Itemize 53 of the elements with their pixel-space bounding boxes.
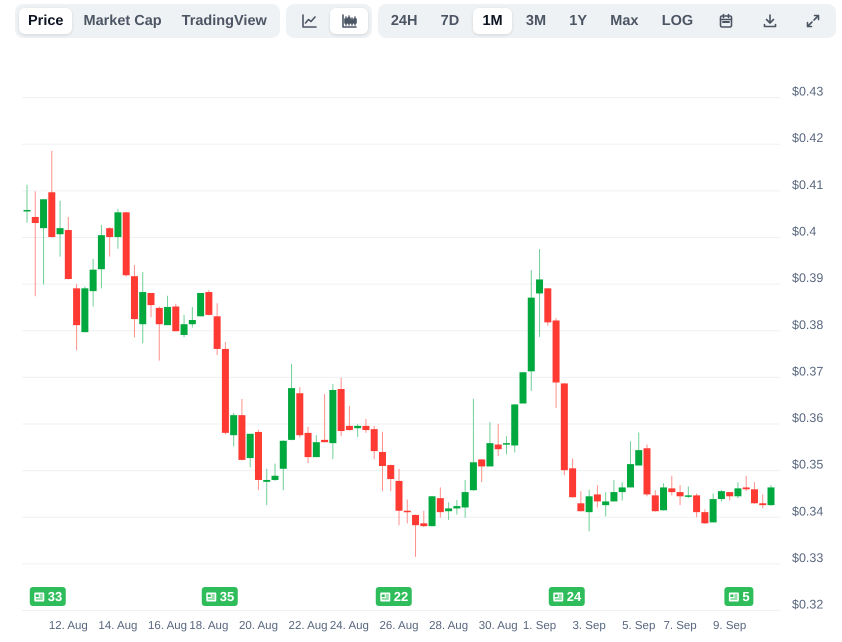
range-tab[interactable]: Max — [601, 8, 648, 34]
y-axis-label: $0.37 — [792, 364, 824, 378]
y-axis-label: $0.33 — [792, 550, 824, 565]
x-axis-label: 22. Aug — [288, 620, 328, 632]
range-tab[interactable]: 1M — [473, 8, 512, 34]
newspaper-icon — [34, 592, 45, 602]
y-axis-label: $0.32 — [792, 598, 824, 612]
view-tab[interactable]: Market Cap — [74, 8, 171, 34]
chart-type-button[interactable] — [330, 8, 368, 34]
line-chart-icon — [300, 13, 317, 29]
download-icon — [762, 13, 778, 29]
annotation: 5 — [742, 589, 750, 604]
y-axis-label: $0.4 — [792, 224, 816, 238]
y-axis-label: $0.42 — [792, 131, 824, 146]
view-tab[interactable]: TradingView — [172, 8, 276, 34]
newspaper-icon — [206, 592, 217, 602]
x-axis-label: 26. Aug — [380, 620, 418, 632]
newspaper-icon — [728, 592, 740, 602]
x-axis-label: 14. Aug — [98, 620, 138, 632]
calendar-icon — [718, 13, 734, 29]
x-axis-label: 28. Aug — [429, 620, 468, 632]
x-axis-label: 5. Sep — [622, 620, 656, 632]
x-axis-label: 1. Sep — [522, 620, 556, 632]
annotation: 35 — [220, 589, 234, 604]
view-tab[interactable]: Price — [19, 8, 72, 34]
x-axis-label: 7. Sep — [663, 620, 697, 632]
x-axis-label: 24. Aug — [330, 620, 369, 632]
x-axis-label: 3. Sep — [572, 620, 606, 632]
range-tab[interactable]: LOG — [652, 8, 702, 34]
annotation: 33 — [48, 589, 62, 604]
y-axis-label: $0.38 — [792, 318, 824, 332]
range-tab[interactable]: 1Y — [560, 8, 596, 34]
x-axis-label: 16. Aug — [148, 620, 188, 632]
x-axis-label: 18. Aug — [189, 620, 228, 632]
y-axis-label: $0.41 — [792, 178, 824, 192]
y-axis-label: $0.34 — [792, 504, 824, 518]
y-axis-label: $0.36 — [792, 411, 824, 425]
annotation: 24 — [566, 589, 582, 604]
newspaper-icon — [380, 592, 391, 602]
y-axis-label: $0.39 — [792, 271, 824, 286]
expand-icon — [804, 13, 821, 29]
y-axis-label: $0.35 — [792, 458, 824, 472]
x-axis-label: 20. Aug — [238, 620, 278, 632]
candlestick-icon — [340, 13, 357, 29]
y-axis-label: $0.43 — [792, 84, 824, 99]
newspaper-icon — [552, 592, 564, 602]
range-tab[interactable]: 24H — [382, 8, 426, 34]
x-axis-label: 9. Sep — [713, 620, 746, 632]
annotation: 22 — [394, 589, 408, 604]
x-axis-label: 12. Aug — [48, 620, 88, 632]
range-tab[interactable]: 7D — [432, 8, 468, 34]
x-axis-label: 30. Aug — [478, 620, 518, 632]
range-tab[interactable]: 3M — [516, 8, 556, 34]
